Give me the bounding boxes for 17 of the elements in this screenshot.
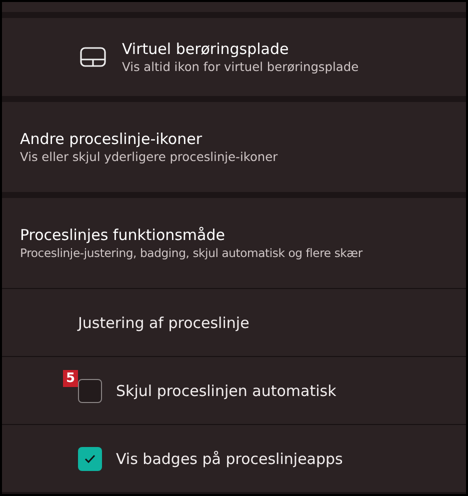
- setting-title: Proceslinjes funktionsmåde: [20, 226, 226, 244]
- annotation-badge: 5: [63, 370, 78, 387]
- setting-title: Andre proceslinje-ikoner: [20, 130, 203, 148]
- checkbox-label: Vis badges på proceslinjeapps: [116, 450, 343, 468]
- setting-title: Virtuel berøringsplade: [122, 40, 290, 58]
- setting-description: Vis eller skjul yderligere proceslinje-ikoner: [20, 150, 278, 164]
- settings-card[interactable]: Virtuel berøringsplade Vis altid ikon for virtuel berøringsplade: [2, 18, 466, 96]
- checkbox[interactable]: [78, 378, 102, 402]
- check-icon: [84, 454, 96, 464]
- settings-card[interactable]: Proceslinjes funktionsmåde Proceslinje-justering, badging, skjul automatisk og flere skær Justering af proceslinje Skjul proceslinjen automatisk 5 Vis badges på proceslinjeapps: [2, 198, 466, 492]
- settings-card[interactable]: Andre proceslinje-ikoner Vis eller skjul yderligere proceslinje-ikoner: [2, 102, 466, 192]
- touchpad-icon: [80, 47, 106, 67]
- setting-description: Vis altid ikon for virtuel berøringsplade: [122, 60, 359, 74]
- checkbox[interactable]: [78, 446, 102, 470]
- setting-label[interactable]: Justering af proceslinje: [78, 314, 250, 332]
- checkbox-label: Skjul proceslinjen automatisk: [116, 382, 336, 400]
- setting-description: Proceslinje-justering, badging, skjul automatisk og flere skær: [20, 246, 362, 260]
